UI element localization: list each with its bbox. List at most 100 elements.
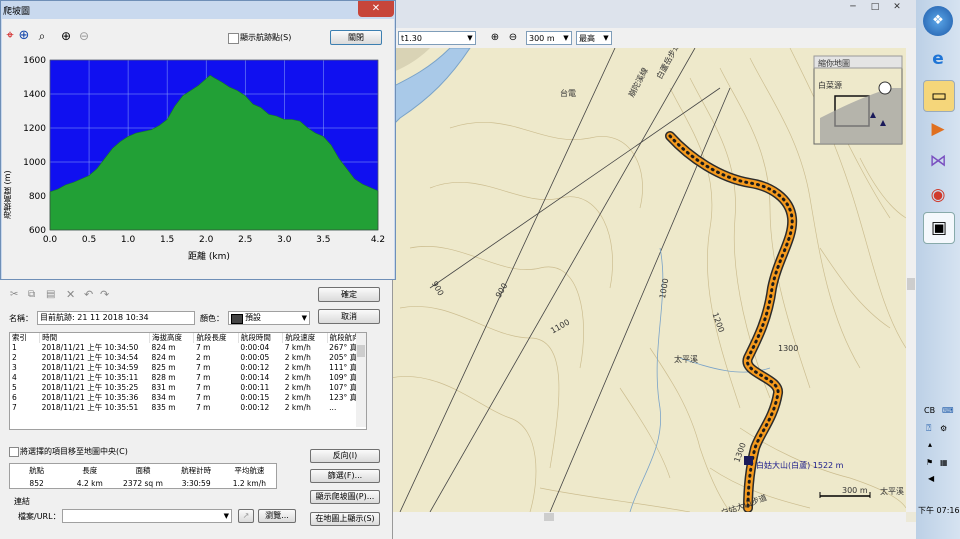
close-button[interactable]: ✕: [890, 2, 904, 12]
tray-expand-icon[interactable]: ▴: [928, 440, 932, 449]
table-cell: 2018/11/21 上午 10:35:36: [41, 393, 139, 402]
table-cell: 0:00:04: [240, 343, 270, 352]
monitor-icon[interactable]: ▣: [923, 212, 955, 244]
profile-close-x-button[interactable]: ✕: [358, 1, 394, 17]
table-cell: 2: [12, 353, 17, 362]
table-row[interactable]: 2 2018/11/21 上午 10:34:54 824 m 2 m 0:00:05 2 …: [10, 353, 366, 363]
lasso-icon[interactable]: ⌕: [34, 28, 50, 44]
vs-icon[interactable]: ⋈: [923, 146, 953, 176]
x-tick-label: 3.0: [277, 235, 292, 245]
map-vertical-scrollbar[interactable]: [906, 48, 916, 512]
target-icon[interactable]: ⊕: [16, 28, 32, 44]
column-header[interactable]: 航段速度: [282, 333, 328, 343]
table-cell: 825 m: [151, 363, 176, 372]
ie-icon[interactable]: e: [923, 44, 953, 74]
column-header[interactable]: 航段長度: [193, 333, 239, 343]
elevation-profile-chart[interactable]: 0.0 0.5 1.0 1.5 2.0 2.5 3.0 3.5 4.2 1600 1400 1200 1…: [2, 55, 394, 279]
table-row[interactable]: 4 2018/11/21 上午 10:35:11 828 m 7 m 0:00:14 2 …: [10, 373, 366, 383]
start-orb-icon[interactable]: ❖: [923, 6, 953, 36]
table-cell: 2 km/h: [284, 383, 311, 392]
map-view[interactable]: 白蘆岳步道 崩陀溪線 台電 太平溪 白姑大山(白蘆) 1522 m 太平溪 白姑…: [390, 48, 906, 512]
x-tick-label: 2.5: [238, 235, 252, 245]
chrome-icon[interactable]: ◉: [923, 180, 953, 210]
link-section-label: 連結: [14, 497, 30, 506]
show-profile-button[interactable]: 顯示爬坡圖(P)...: [310, 490, 380, 504]
zoom-out-icon[interactable]: ⊖: [506, 31, 520, 45]
language-indicator[interactable]: CB: [924, 406, 935, 415]
delete-icon[interactable]: ✕: [66, 288, 75, 301]
flag-icon[interactable]: ⚑: [926, 458, 933, 467]
cut-icon[interactable]: ✂: [10, 289, 18, 300]
name-label: 名稱：: [9, 314, 33, 323]
explorer-icon[interactable]: ▭: [923, 80, 955, 112]
column-header[interactable]: 航段時間: [238, 333, 284, 343]
column-header[interactable]: 索引: [10, 333, 41, 343]
y-tick-label: 1200: [23, 124, 46, 134]
network-icon[interactable]: ▦: [940, 458, 948, 467]
center-on-map-checkbox[interactable]: [9, 447, 19, 457]
table-cell: 2 m: [195, 353, 211, 362]
table-cell: 7 m: [195, 393, 211, 402]
zoom-level-select[interactable]: 300 m ▼: [526, 31, 572, 45]
table-row[interactable]: 5 2018/11/21 上午 10:35:25 831 m 7 m 0:00:11 2 …: [10, 383, 366, 393]
browse-button[interactable]: 瀏覽...: [258, 509, 296, 523]
x-tick-label: 1.0: [121, 235, 136, 245]
table-scrollbar[interactable]: [356, 333, 366, 427]
reverse-button[interactable]: 反向(I): [310, 449, 380, 463]
filter-button[interactable]: 篩選(F)...: [310, 469, 380, 483]
stats-value: 3:30:59: [181, 479, 211, 488]
track-name-input[interactable]: 目前航跡: 21 11 2018 10:34: [37, 311, 195, 325]
scroll-thumb[interactable]: [907, 278, 915, 290]
table-row[interactable]: 1 2018/11/21 上午 10:34:50 824 m 7 m 0:00:04 7 …: [10, 343, 366, 353]
ime-icon[interactable]: ⌨: [942, 406, 954, 415]
maximize-button[interactable]: □: [868, 2, 882, 12]
table-cell: 2 km/h: [284, 393, 311, 402]
y-tick-label: 600: [29, 226, 46, 236]
table-row[interactable]: 3 2018/11/21 上午 10:34:59 825 m 7 m 0:00:12 2 …: [10, 363, 366, 373]
help-icon[interactable]: ⍰: [926, 424, 931, 434]
volume-icon[interactable]: ◀: [928, 474, 934, 483]
contour-label: 1300: [778, 344, 799, 353]
color-select[interactable]: 預設 ▼: [228, 311, 310, 325]
detail-select[interactable]: 最高 ▼: [576, 31, 612, 45]
table-cell: 7 m: [195, 403, 211, 412]
map-product-select[interactable]: t1.30 ▼: [398, 31, 476, 45]
show-on-map-button[interactable]: 在地圖上顯示(S): [310, 512, 380, 526]
zoom-out-icon[interactable]: ⊖: [76, 28, 92, 44]
y-tick-label: 1000: [23, 158, 46, 168]
undo-icon[interactable]: ↶: [84, 288, 93, 301]
status-bar: [390, 522, 916, 539]
paste-icon[interactable]: ▤: [46, 289, 55, 300]
cancel-button[interactable]: 取消: [318, 309, 380, 324]
table-row[interactable]: 7 2018/11/21 上午 10:35:51 835 m 7 m 0:00:12 2 …: [10, 403, 366, 413]
column-header[interactable]: 海拔高度: [149, 333, 195, 343]
redo-icon[interactable]: ↷: [100, 288, 109, 301]
clock[interactable]: 下午 07:16: [918, 505, 960, 516]
y-tick-label: 1600: [23, 56, 46, 66]
stats-value: 2372 sq m: [123, 479, 163, 488]
settings-icon[interactable]: ⚙: [940, 424, 947, 433]
show-points-checkbox[interactable]: [228, 33, 239, 44]
close-button[interactable]: 關閉: [330, 30, 382, 45]
windows-taskbar: ❖ e ▭ ▶ ⋈ ◉ ▣ CB ⌨ ⍰ ⚙ ▴ ⚑ ▦ ◀ 下午 07:16: [916, 0, 960, 539]
y-tick-label: 800: [29, 192, 46, 202]
ok-button[interactable]: 確定: [318, 287, 380, 302]
column-header[interactable]: 時間: [39, 333, 151, 343]
copy-icon[interactable]: ⧉: [28, 289, 35, 300]
table-cell: 0:00:11: [240, 383, 270, 392]
map-horizontal-scrollbar[interactable]: [390, 512, 906, 522]
zoom-in-icon[interactable]: ⊕: [58, 28, 74, 44]
media-icon[interactable]: ▶: [923, 114, 953, 144]
open-link-icon[interactable]: ↗: [238, 509, 254, 523]
mid-label: 太平溪: [674, 355, 698, 364]
table-cell: 0:00:15: [240, 393, 270, 402]
table-cell: 7 m: [195, 383, 211, 392]
minimize-button[interactable]: ─: [846, 2, 860, 12]
center-on-map-label: 將選擇的項目移至地圖中央(C): [20, 447, 128, 456]
track-points-table[interactable]: 索引 時間 海拔高度 航段長度 航段時間 航段速度 航段航向 1 2018/11/21 上午 …: [9, 332, 367, 430]
table-cell: 7 m: [195, 373, 211, 382]
scroll-thumb[interactable]: [544, 513, 554, 521]
file-url-input[interactable]: ▼: [62, 509, 232, 523]
zoom-in-icon[interactable]: ⊕: [488, 31, 502, 45]
table-row[interactable]: 6 2018/11/21 上午 10:35:36 834 m 7 m 0:00:15 2 …: [10, 393, 366, 403]
